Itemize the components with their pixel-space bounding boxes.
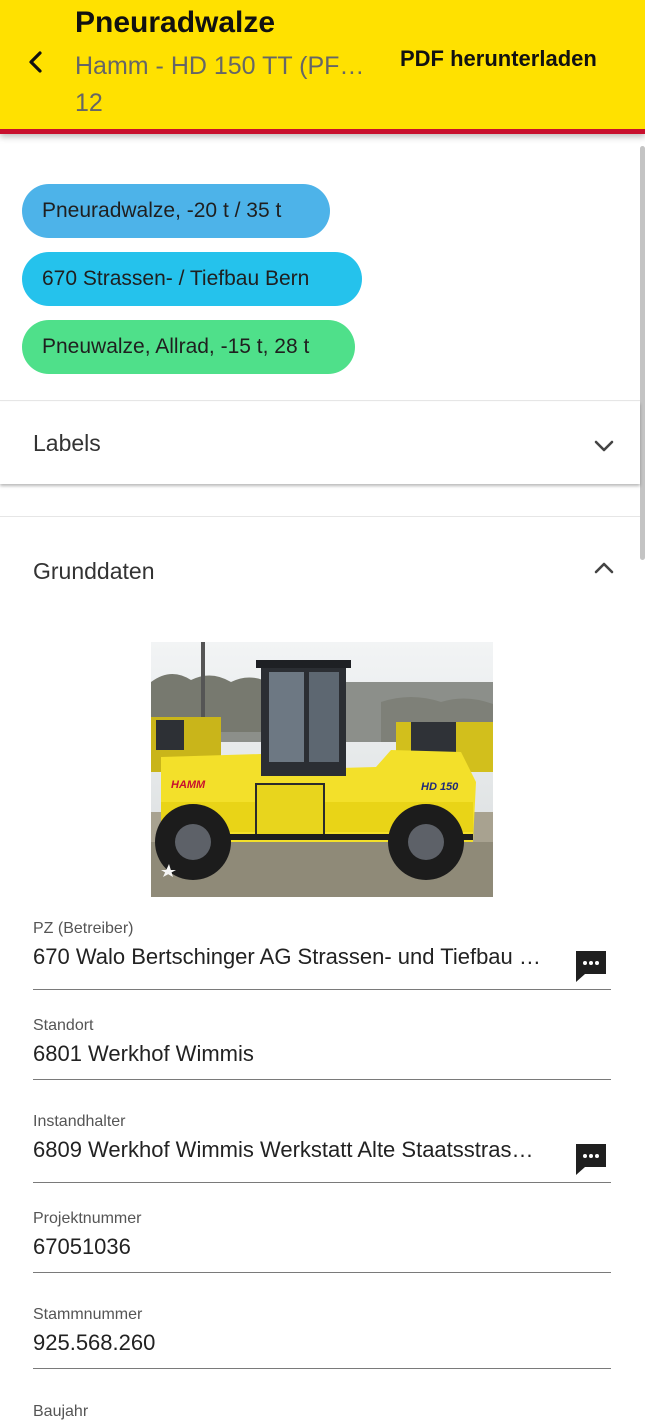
app-header: Pneuradwalze Hamm - HD 150 TT (PF… 12 PD… [0, 0, 645, 134]
field-underline [33, 1079, 611, 1080]
pdf-download-button[interactable]: PDF herunterladen [400, 46, 597, 72]
field-underline [33, 989, 611, 990]
field-label: Instandhalter [33, 1113, 126, 1130]
field-label: Standort [33, 1017, 94, 1034]
page-title: Pneuradwalze [75, 6, 276, 39]
labels-panel-header[interactable]: Labels [0, 402, 640, 484]
subtitle-line-2: 12 [75, 89, 103, 117]
field-underline [33, 1368, 611, 1369]
field-value[interactable]: 67051036 [33, 1234, 131, 1260]
field-label: PZ (Betreiber) [33, 920, 134, 937]
field-value[interactable]: 670 Walo Bertschinger AG Strassen- und T… [33, 944, 563, 970]
back-button[interactable] [18, 44, 54, 80]
grunddaten-panel-header[interactable]: Grunddaten [0, 518, 640, 618]
field-underline [33, 1182, 611, 1183]
chip-machine-category[interactable]: Pneuradwalze, -20 t / 35 t [22, 184, 330, 238]
field-value[interactable]: 6801 Werkhof Wimmis [33, 1041, 254, 1067]
page-subtitle: Hamm - HD 150 TT (PF… 12 [75, 48, 380, 122]
svg-text:HAMM: HAMM [171, 779, 206, 791]
field-label: Projektnummer [33, 1210, 142, 1227]
field-value[interactable]: 6809 Werkhof Wimmis Werkstatt Alte Staat… [33, 1137, 573, 1163]
svg-text:HD 150: HD 150 [421, 781, 459, 793]
labels-panel-title: Labels [33, 429, 101, 456]
divider [0, 516, 640, 517]
scrollbar-thumb[interactable] [640, 146, 645, 560]
subtitle-line-1: Hamm - HD 150 TT (PF… [75, 52, 365, 80]
field-label: Stammnummer [33, 1306, 143, 1323]
chevron-down-icon [590, 432, 618, 460]
grunddaten-panel-title: Grunddaten [33, 558, 155, 584]
chip-machine-type[interactable]: Pneuwalze, Allrad, -15 t, 28 t [22, 320, 355, 374]
comment-icon[interactable] [573, 1141, 609, 1177]
field-value[interactable]: 925.568.260 [33, 1330, 155, 1356]
field-label: Baujahr [33, 1403, 89, 1420]
field-underline [33, 1272, 611, 1273]
divider [0, 400, 640, 401]
comment-icon[interactable] [573, 948, 609, 984]
machine-photo: HAMM HD 150 [151, 642, 493, 897]
chip-department[interactable]: 670 Strassen- / Tiefbau Bern [22, 252, 362, 306]
chevron-left-icon [29, 51, 42, 73]
chevron-up-icon [590, 554, 618, 582]
